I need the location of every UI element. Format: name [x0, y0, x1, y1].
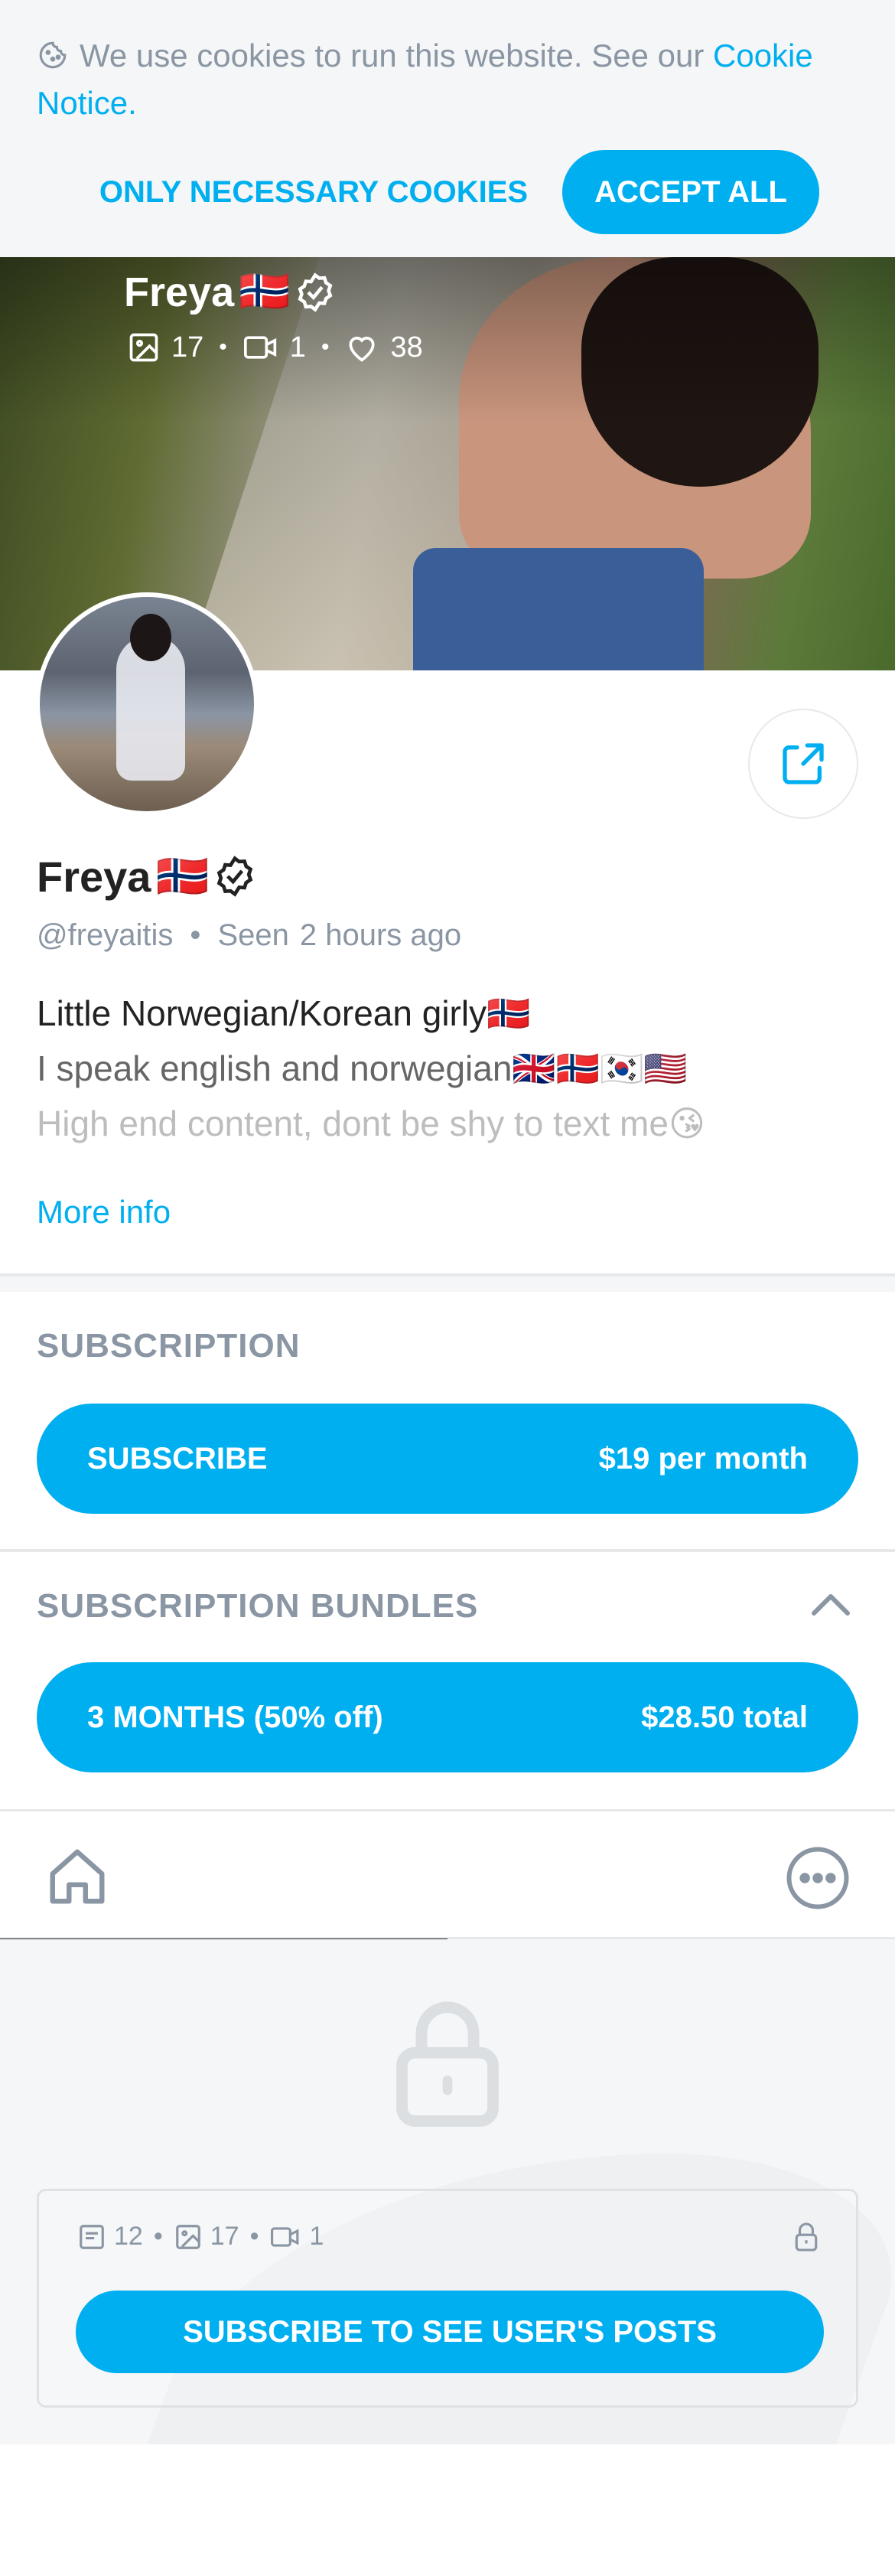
cookie-period: . — [128, 85, 137, 121]
verified-icon — [216, 856, 253, 897]
tab-home[interactable] — [0, 1811, 447, 1942]
profile-handle: @freyaitis — [37, 918, 174, 952]
image-icon — [175, 2224, 200, 2249]
cookie-banner: We use cookies to run this website. See … — [0, 0, 895, 257]
seen-label: Seen — [217, 918, 289, 952]
profile-name-emoji: 🇳🇴 — [155, 852, 210, 900]
images-count: 17 — [210, 2222, 239, 2251]
bundles-title: SUBSCRIPTION BUNDLES — [37, 1587, 479, 1625]
posts-count: 12 — [114, 2222, 143, 2251]
profile-name: Freya 🇳🇴 — [37, 851, 256, 902]
post-icon — [80, 2224, 104, 2249]
subscribe-button[interactable]: SUBSCRIBE $19 per month — [37, 1404, 858, 1514]
cover-name-emoji: 🇳🇴 — [239, 269, 291, 315]
home-icon — [50, 1849, 105, 1904]
cookie-icon — [39, 41, 67, 69]
lock-icon — [795, 2222, 818, 2252]
verified-icon — [298, 272, 333, 312]
only-necessary-cookies-button[interactable]: ONLY NECESSARY COOKIES — [92, 150, 535, 234]
image-icon — [129, 333, 158, 362]
locked-posts-area: 12 • 17 • 1 SUBSCRIBE TO SEE USER'S POST… — [0, 1939, 895, 2444]
bundle-3-months-button[interactable]: 3 MONTHS (50% off) $28.50 total — [37, 1662, 858, 1772]
cover-stats: 17 • 1 • 38 — [127, 331, 423, 364]
more-info-link[interactable]: More info — [37, 1194, 171, 1231]
avatar[interactable] — [35, 592, 259, 816]
subscribe-to-see-posts-button[interactable]: SUBSCRIBE TO SEE USER'S POSTS — [76, 2291, 824, 2373]
more-options-icon[interactable] — [783, 1844, 852, 1912]
locked-posts-stats: 12 • 17 • 1 — [77, 2222, 324, 2252]
subscription-title: SUBSCRIPTION — [37, 1327, 301, 1365]
seen-time: 2 hours ago — [299, 918, 462, 952]
heart-icon — [349, 336, 375, 362]
bio-line: Little Norwegian/Korean girly🇳🇴 — [37, 993, 531, 1033]
cookie-message: We use cookies to run this website. See … — [80, 37, 705, 73]
cover-name: Freya 🇳🇴 — [124, 268, 336, 316]
subscribe-price: $19 per month — [598, 1441, 808, 1475]
profile-name-text: Freya — [37, 852, 151, 901]
profile-handle-row: @freyaitis • Seen 2 hours ago — [37, 918, 462, 952]
bundle-label: 3 MONTHS (50% off) — [87, 1700, 383, 1734]
locked-posts-card: 12 • 17 • 1 SUBSCRIBE TO SEE USER'S POST… — [37, 2189, 858, 2408]
bio-line: I speak english and norwegian🇬🇧🇳🇴🇰🇷🇺🇸 — [37, 1048, 688, 1088]
cover-name-text: Freya — [124, 269, 235, 315]
lock-icon — [396, 2001, 499, 2127]
cover-videos-count: 1 — [289, 331, 306, 364]
chevron-up-icon[interactable] — [809, 1589, 852, 1619]
subscribe-label: SUBSCRIBE — [87, 1441, 268, 1475]
profile-tabs — [0, 1809, 895, 1942]
share-button[interactable] — [748, 709, 858, 819]
videos-count: 1 — [309, 2222, 324, 2251]
video-icon — [243, 336, 276, 359]
cover-images-count: 17 — [171, 331, 204, 364]
share-icon — [783, 743, 824, 784]
accept-all-cookies-button[interactable]: ACCEPT ALL — [562, 150, 819, 234]
video-icon — [271, 2226, 299, 2247]
bundle-price: $28.50 total — [641, 1700, 808, 1734]
cookie-text: We use cookies to run this website. See … — [37, 32, 863, 127]
bio-line: High end content, dont be shy to text me… — [37, 1104, 705, 1143]
profile-bio: Little Norwegian/Korean girly🇳🇴 I speak … — [37, 986, 863, 1151]
cover-likes-count: 38 — [390, 331, 423, 364]
